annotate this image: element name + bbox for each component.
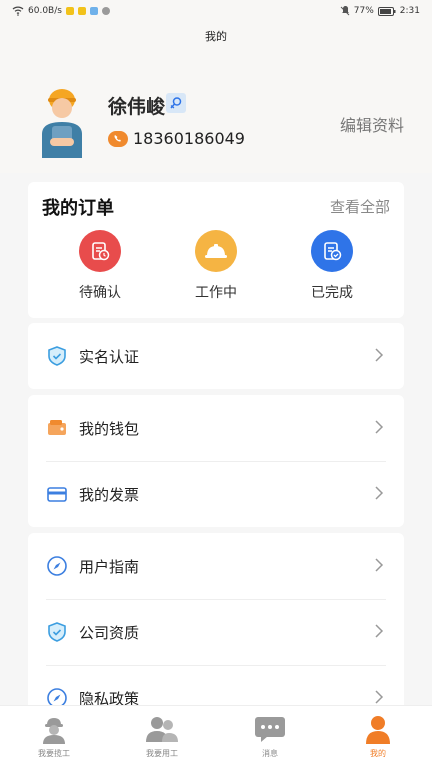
- tab-label: 我要揽工: [38, 749, 70, 758]
- user-name: 徐伟峻: [108, 96, 166, 118]
- orders-card: 我的订单 查看全部 待确认 工作中 已完成: [28, 182, 404, 318]
- battery-icon: [377, 6, 396, 16]
- page-title: 我的: [0, 22, 432, 50]
- wechat-icon: [101, 7, 110, 15]
- hardhat-icon: [195, 230, 237, 272]
- tab-find-work[interactable]: 我要揽工: [0, 706, 108, 768]
- compass-icon: [47, 556, 67, 576]
- verification-card: 实名认证: [28, 323, 404, 389]
- clock: 2:31: [399, 6, 420, 16]
- menu-item-invoice[interactable]: 我的发票: [28, 461, 404, 527]
- chevron-right-icon: [375, 624, 384, 638]
- menu-item-verification[interactable]: 实名认证: [28, 323, 404, 389]
- notification-icon: [65, 7, 74, 15]
- order-working-button[interactable]: 工作中: [176, 230, 256, 302]
- status-bar: 60.0B/s 77% 2:31: [0, 0, 432, 22]
- card-icon: [47, 487, 67, 502]
- tab-label: 消息: [262, 749, 278, 758]
- order-pending-button[interactable]: 待确认: [60, 230, 140, 302]
- user-icon: [366, 716, 390, 744]
- profile-section: 徐伟峻 18360186049 编辑资料: [0, 50, 432, 173]
- order-completed-label: 已完成: [311, 285, 353, 301]
- edit-profile-button[interactable]: 编辑资料: [340, 112, 404, 136]
- view-all-orders-link[interactable]: 查看全部: [330, 196, 390, 217]
- female-gender-icon: [166, 93, 186, 113]
- shield-check-icon: [48, 346, 66, 366]
- orders-title: 我的订单: [42, 198, 114, 219]
- tab-messages[interactable]: 消息: [216, 706, 324, 768]
- info-card: 用户指南 公司资质 隐私政策: [28, 533, 404, 731]
- bottom-tab-bar: 我要揽工 我要用工 消息 我的: [0, 705, 432, 768]
- chevron-right-icon: [375, 558, 384, 572]
- menu-item-label: 我的发票: [79, 486, 140, 504]
- order-completed-button[interactable]: 已完成: [292, 230, 372, 302]
- tab-mine[interactable]: 我的: [324, 706, 432, 768]
- tab-label: 我的: [370, 749, 386, 758]
- menu-item-label: 用户指南: [79, 558, 140, 576]
- document-check-icon: [311, 230, 353, 272]
- phone-icon: [108, 131, 128, 147]
- worker-icon: [43, 718, 65, 744]
- menu-item-qualification[interactable]: 公司资质: [28, 599, 404, 665]
- chevron-right-icon: [375, 348, 384, 362]
- wallet-icon: [48, 420, 66, 435]
- battery-percent: 77%: [353, 6, 374, 16]
- tab-label: 我要用工: [146, 749, 178, 758]
- message-icon: [255, 717, 285, 742]
- menu-item-label: 实名认证: [79, 348, 140, 366]
- finance-card: 我的钱包 我的发票: [28, 395, 404, 527]
- notification-icon: [77, 7, 86, 15]
- menu-item-guide[interactable]: 用户指南: [28, 533, 404, 599]
- wifi-icon: [12, 6, 24, 16]
- chevron-right-icon: [375, 420, 384, 434]
- mute-icon: [340, 6, 350, 16]
- avatar[interactable]: [36, 82, 88, 158]
- shield-check-icon: [48, 622, 66, 642]
- menu-item-label: 公司资质: [79, 624, 140, 642]
- tab-hire-workers[interactable]: 我要用工: [108, 706, 216, 768]
- users-icon: [146, 717, 178, 742]
- order-pending-label: 待确认: [79, 285, 121, 301]
- chevron-right-icon: [375, 690, 384, 704]
- clock-document-icon: [79, 230, 121, 272]
- order-working-label: 工作中: [195, 285, 237, 301]
- phone-number: 18360186049: [133, 129, 245, 148]
- menu-item-wallet[interactable]: 我的钱包: [28, 395, 404, 461]
- menu-item-label: 我的钱包: [79, 420, 140, 438]
- notification-icon: [89, 7, 98, 15]
- chevron-right-icon: [375, 486, 384, 500]
- network-speed: 60.0B/s: [28, 6, 62, 16]
